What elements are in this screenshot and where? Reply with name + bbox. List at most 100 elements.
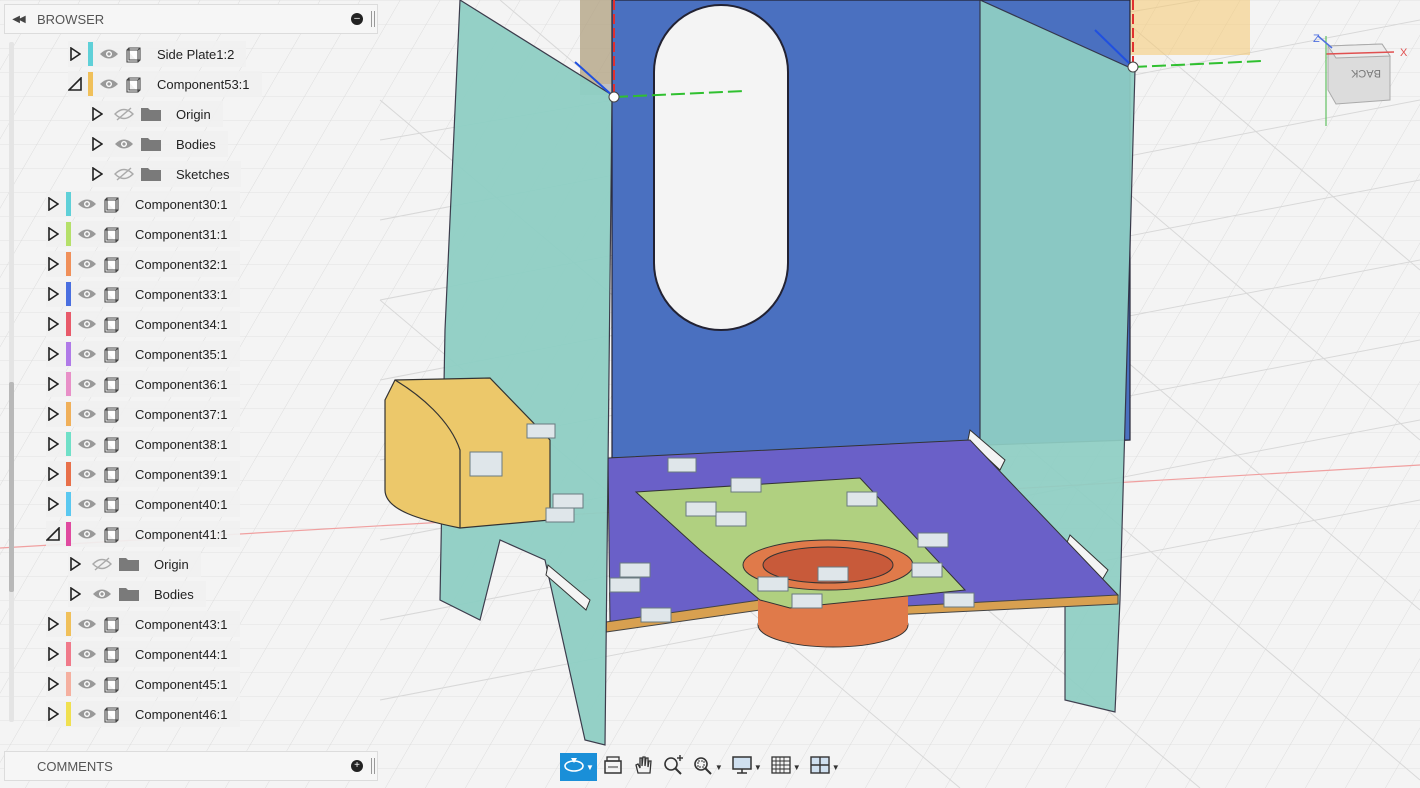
expand-arrow-icon[interactable] [46, 467, 60, 481]
expand-arrow-icon[interactable] [46, 647, 60, 661]
browser-row-label: Component38:1 [135, 436, 228, 452]
visibility-eye-icon[interactable] [77, 707, 97, 721]
component-icon [103, 465, 121, 483]
browser-row-bodies[interactable]: Bodies [68, 581, 206, 607]
grid-settings-tool-button[interactable]: ▼ [767, 753, 804, 781]
visibility-hidden-icon[interactable] [114, 107, 134, 121]
visibility-eye-icon[interactable] [77, 437, 97, 451]
visibility-eye-icon[interactable] [77, 377, 97, 391]
visibility-eye-icon[interactable] [77, 227, 97, 241]
expand-arrow-icon[interactable] [46, 437, 60, 451]
viewcube-top[interactable] [1327, 43, 1391, 59]
visibility-eye-icon[interactable] [77, 677, 97, 691]
visibility-hidden-icon[interactable] [114, 167, 134, 181]
expand-arrow-icon[interactable] [68, 587, 82, 601]
viewports-tool-button[interactable]: ▼ [806, 753, 843, 781]
browser-row-component53-1[interactable]: Component53:1 [68, 71, 262, 97]
browser-row-component34-1[interactable]: Component34:1 [46, 311, 240, 337]
visibility-eye-icon[interactable] [99, 77, 119, 91]
expand-arrow-icon[interactable] [46, 377, 60, 391]
browser-row-origin[interactable]: Origin [90, 101, 223, 127]
browser-row-component37-1[interactable]: Component37:1 [46, 401, 240, 427]
browser-minimize-button[interactable]: – [351, 13, 363, 25]
visibility-eye-icon[interactable] [77, 347, 97, 361]
dropdown-caret-icon[interactable]: ▼ [715, 763, 723, 772]
expand-arrow-icon[interactable] [46, 317, 60, 331]
browser-scrollbar[interactable] [9, 42, 14, 722]
browser-scrollbar-thumb[interactable] [9, 382, 14, 592]
dropdown-caret-icon[interactable]: ▼ [586, 763, 594, 772]
grid-icon [770, 755, 792, 780]
browser-row-component40-1[interactable]: Component40:1 [46, 491, 240, 517]
expand-arrow-icon[interactable] [46, 497, 60, 511]
expand-arrow-icon[interactable] [90, 137, 104, 151]
browser-row-label: Side Plate1:2 [157, 46, 235, 62]
browser-row-component43-1[interactable]: Component43:1 [46, 611, 240, 637]
visibility-eye-icon[interactable] [77, 527, 97, 541]
expand-arrow-icon[interactable] [46, 407, 60, 421]
collapse-arrow-icon[interactable] [68, 77, 82, 91]
expand-arrow-icon[interactable] [46, 617, 60, 631]
browser-row-component45-1[interactable]: Component45:1 [46, 671, 240, 697]
visibility-hidden-icon[interactable] [92, 557, 112, 571]
zoom-plus-icon [662, 754, 684, 780]
visibility-eye-icon[interactable] [77, 317, 97, 331]
orbit-tool-button[interactable]: ▼ [560, 753, 597, 781]
comments-header: COMMENTS + [4, 751, 378, 781]
dropdown-caret-icon[interactable]: ▼ [793, 763, 801, 772]
expand-arrow-icon[interactable] [68, 557, 82, 571]
expand-arrow-icon[interactable] [46, 707, 60, 721]
browser-row-bodies[interactable]: Bodies [90, 131, 228, 157]
visibility-eye-icon[interactable] [77, 647, 97, 661]
visibility-eye-icon[interactable] [77, 467, 97, 481]
panel-grip-icon[interactable] [371, 758, 375, 774]
browser-row-component36-1[interactable]: Component36:1 [46, 371, 240, 397]
dropdown-caret-icon[interactable]: ▼ [754, 763, 762, 772]
expand-arrow-icon[interactable] [46, 197, 60, 211]
add-comment-button[interactable]: + [351, 760, 363, 772]
pan-tool-button[interactable] [629, 753, 657, 781]
visibility-eye-icon[interactable] [99, 47, 119, 61]
browser-row-origin[interactable]: Origin [68, 551, 201, 577]
panel-grip-icon[interactable] [371, 11, 375, 27]
browser-row-label: Component35:1 [135, 346, 228, 362]
look-at-tool-button[interactable] [599, 753, 627, 781]
zoom-tool-button[interactable] [659, 753, 687, 781]
collapse-arrow-icon[interactable] [46, 527, 60, 541]
expand-arrow-icon[interactable] [68, 47, 82, 61]
expand-arrow-icon[interactable] [46, 287, 60, 301]
browser-row-component31-1[interactable]: Component31:1 [46, 221, 240, 247]
browser-row-component39-1[interactable]: Component39:1 [46, 461, 240, 487]
component-color-swatch [66, 282, 71, 306]
display-settings-tool-button[interactable]: ▼ [728, 753, 765, 781]
browser-row-component44-1[interactable]: Component44:1 [46, 641, 240, 667]
visibility-eye-icon[interactable] [114, 137, 134, 151]
browser-row-component30-1[interactable]: Component30:1 [46, 191, 240, 217]
expand-arrow-icon[interactable] [46, 227, 60, 241]
browser-row-sketches[interactable]: Sketches [90, 161, 242, 187]
browser-row-component38-1[interactable]: Component38:1 [46, 431, 240, 457]
browser-row-component35-1[interactable]: Component35:1 [46, 341, 240, 367]
visibility-eye-icon[interactable] [77, 497, 97, 511]
collapse-panel-icon[interactable]: ◀◀ [5, 14, 31, 25]
browser-row-component46-1[interactable]: Component46:1 [46, 701, 240, 727]
expand-arrow-icon[interactable] [90, 107, 104, 121]
viewcube[interactable]: BACK X Z [1310, 30, 1410, 130]
visibility-eye-icon[interactable] [77, 617, 97, 631]
visibility-eye-icon[interactable] [77, 287, 97, 301]
visibility-eye-icon[interactable] [77, 197, 97, 211]
visibility-eye-icon[interactable] [77, 407, 97, 421]
browser-row-label: Bodies [176, 136, 216, 152]
expand-arrow-icon[interactable] [46, 677, 60, 691]
zoom-window-tool-button[interactable]: ▼ [689, 753, 726, 781]
visibility-eye-icon[interactable] [92, 587, 112, 601]
browser-row-component41-1[interactable]: Component41:1 [46, 521, 240, 547]
browser-row-component32-1[interactable]: Component32:1 [46, 251, 240, 277]
dropdown-caret-icon[interactable]: ▼ [832, 763, 840, 772]
visibility-eye-icon[interactable] [77, 257, 97, 271]
expand-arrow-icon[interactable] [90, 167, 104, 181]
expand-arrow-icon[interactable] [46, 347, 60, 361]
browser-row-side-plate1-2[interactable]: Side Plate1:2 [68, 41, 247, 67]
expand-arrow-icon[interactable] [46, 257, 60, 271]
browser-row-component33-1[interactable]: Component33:1 [46, 281, 240, 307]
